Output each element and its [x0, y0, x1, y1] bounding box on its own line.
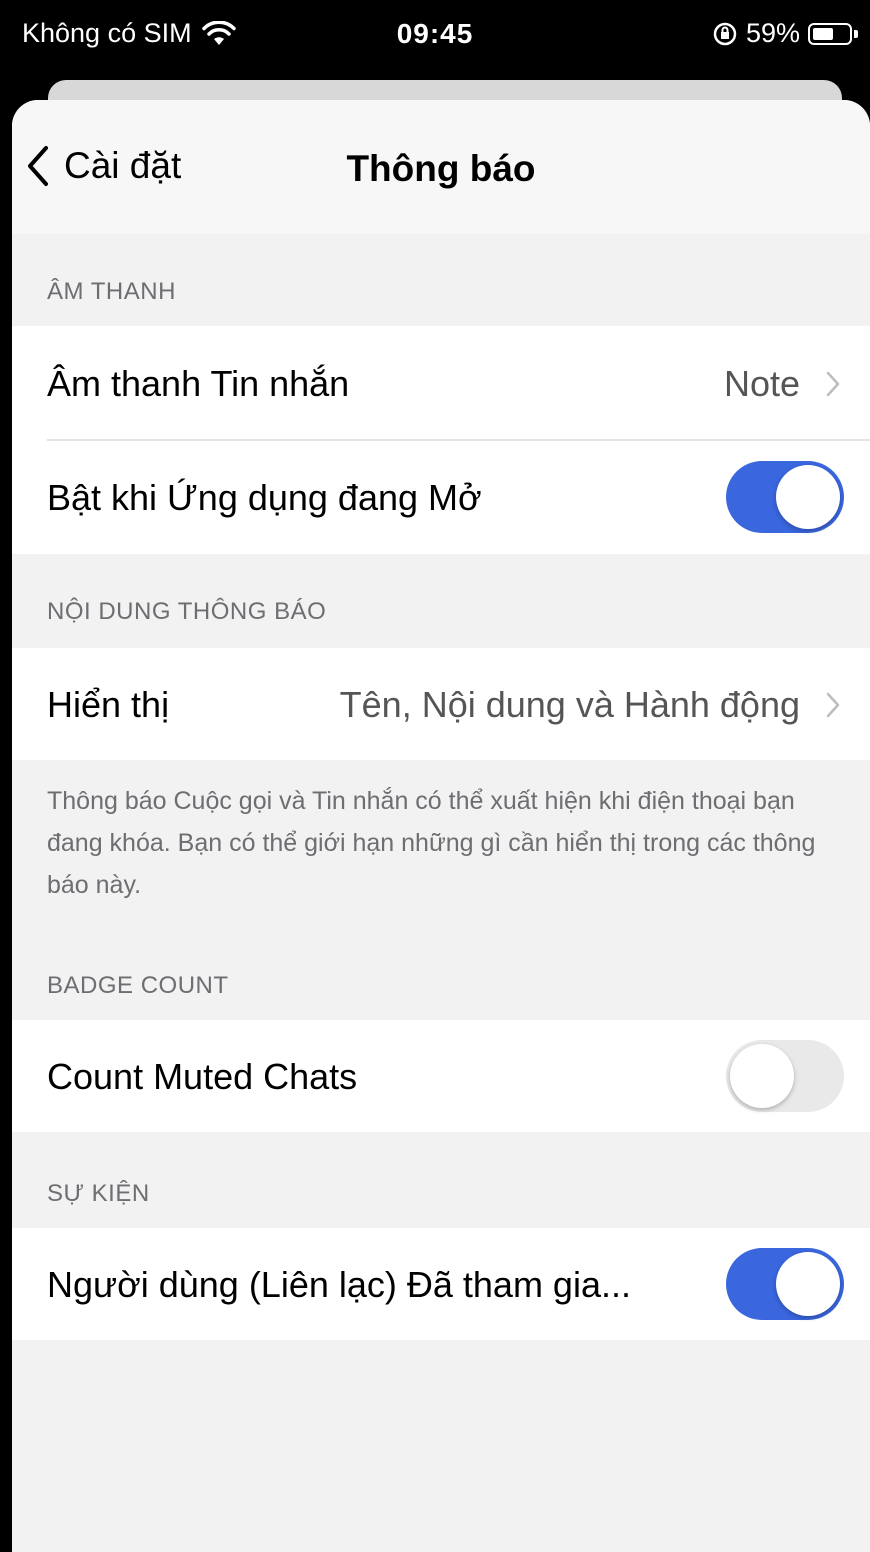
- status-bar: Không có SIM 09:45 59%: [0, 0, 870, 75]
- toggle-knob: [776, 465, 840, 529]
- chevron-right-icon: [826, 692, 840, 718]
- page-title: Thông báo: [346, 148, 536, 189]
- contact-joined-label: Người dùng (Liên lạc) Đã tham gia...: [47, 1264, 631, 1305]
- in-app-label: Bật khi Ứng dụng đang Mở: [47, 477, 482, 518]
- section-header-badge: BADGE COUNT: [47, 972, 229, 999]
- content-group: Hiển thị Tên, Nội dung và Hành động: [12, 648, 870, 760]
- message-sound-label: Âm thanh Tin nhắn: [47, 363, 350, 404]
- content-footer-note: Thông báo Cuộc gọi và Tin nhắn có thể xu…: [47, 787, 816, 899]
- sound-group: Âm thanh Tin nhắn Note Bật khi Ứng dụng …: [12, 326, 870, 554]
- row-in-app: Bật khi Ứng dụng đang Mở: [12, 440, 870, 554]
- display-label: Hiển thị: [47, 684, 170, 725]
- count-muted-label: Count Muted Chats: [47, 1056, 358, 1097]
- row-contact-joined: Người dùng (Liên lạc) Đã tham gia...: [12, 1228, 870, 1340]
- toggle-knob: [776, 1252, 840, 1316]
- count-muted-toggle[interactable]: [726, 1040, 844, 1112]
- status-right: 59%: [712, 18, 858, 49]
- section-header-sound: ÂM THANH: [47, 278, 176, 305]
- nav-bar: Cài đặt Thông báo: [12, 100, 870, 234]
- message-sound-value: Note: [723, 363, 800, 404]
- contact-joined-toggle[interactable]: [726, 1248, 844, 1320]
- toggle-knob: [730, 1044, 794, 1108]
- badge-group: Count Muted Chats: [12, 1020, 870, 1132]
- row-message-sound[interactable]: Âm thanh Tin nhắn Note: [12, 326, 870, 440]
- lock-rotation-icon: [713, 22, 737, 45]
- chevron-right-icon: [826, 371, 840, 397]
- row-count-muted: Count Muted Chats: [12, 1020, 870, 1132]
- section-header-content: NỘI DUNG THÔNG BÁO: [47, 598, 327, 625]
- settings-sheet: Cài đặt Thông báo ÂM THANH Âm thanh Tin …: [12, 100, 870, 1552]
- events-group: Người dùng (Liên lạc) Đã tham gia...: [12, 1228, 870, 1340]
- battery-icon: [808, 21, 858, 47]
- section-header-events: SỰ KIỆN: [47, 1180, 150, 1207]
- row-display[interactable]: Hiển thị Tên, Nội dung và Hành động: [12, 648, 870, 760]
- battery-percent: 59%: [745, 18, 800, 48]
- in-app-toggle[interactable]: [726, 461, 844, 533]
- display-value: Tên, Nội dung và Hành động: [339, 684, 800, 725]
